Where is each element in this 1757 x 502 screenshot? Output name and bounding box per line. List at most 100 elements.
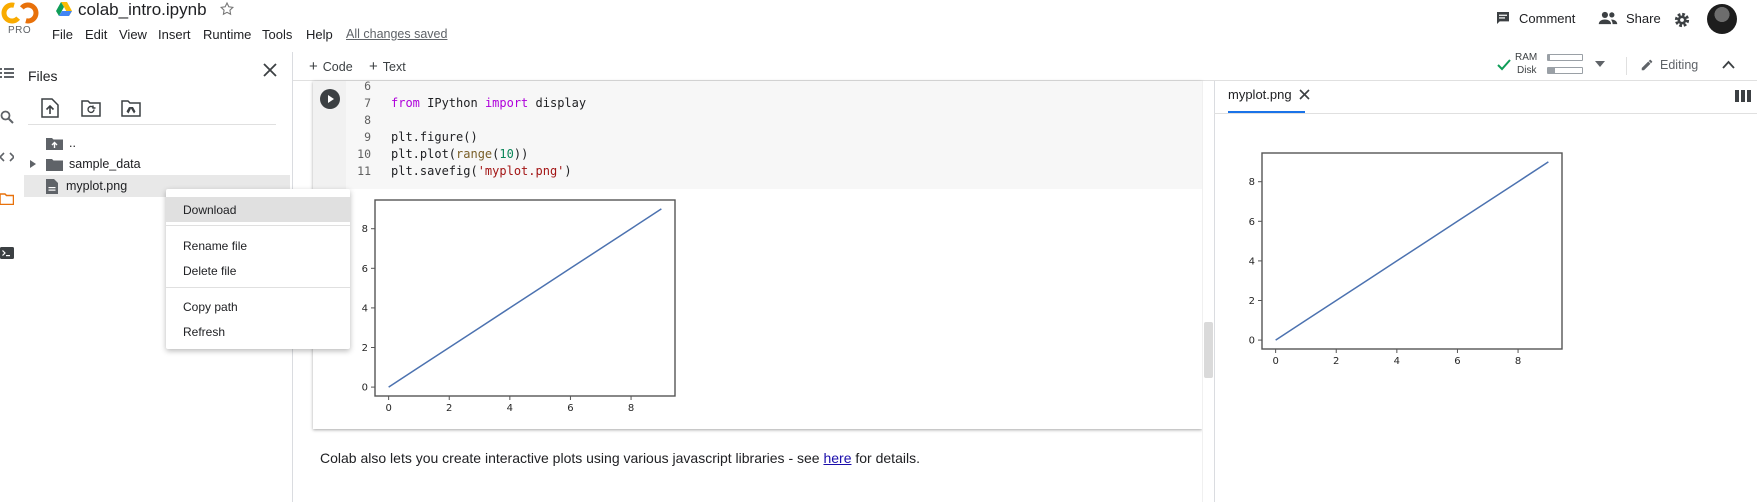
y-tick-label: 4 [1249,256,1255,267]
x-tick-label: 2 [1333,356,1339,367]
code-token: )) [513,147,529,161]
people-icon [1598,10,1618,26]
image-preview-plot: 0 2 4 6 8 0 2 4 6 8 [1237,151,1577,375]
here-link[interactable]: here [823,450,851,466]
x-tick-label: 6 [1454,356,1460,367]
upload-file-icon[interactable] [41,98,59,118]
avatar[interactable] [1707,4,1737,34]
layout-columns-icon[interactable] [1735,90,1751,102]
disk-label: Disk [1517,65,1537,76]
star-icon[interactable] [219,1,235,17]
collapse-header-icon[interactable] [1722,60,1735,69]
comment-icon [1495,10,1511,26]
ram-label: RAM [1515,52,1538,63]
line-number: 6 [364,79,371,93]
file-icon [46,178,58,194]
share-button[interactable]: Share [1598,10,1661,26]
menu-file[interactable]: File [52,27,73,42]
y-tick-label: 4 [362,303,368,314]
menu-view[interactable]: View [119,27,147,42]
y-tick-label: 6 [362,264,368,275]
text-cell[interactable]: Colab also lets you create interactive p… [320,450,920,466]
menu-item-delete-file[interactable]: Delete file [166,258,350,283]
mount-drive-icon[interactable] [121,100,141,117]
menu-item-refresh[interactable]: Refresh [166,319,350,344]
pane-divider[interactable] [1214,81,1215,502]
tab-label: myplot.png [1228,87,1292,102]
menu-item-copy-path[interactable]: Copy path [166,294,350,319]
comment-button[interactable]: Comment [1495,10,1575,26]
disk-meter[interactable] [1547,67,1583,74]
y-tick-label: 0 [1249,336,1255,347]
code-line: from IPython import display [391,96,586,110]
menu-edit[interactable]: Edit [85,27,107,42]
code-line: plt.savefig('myplot.png') [391,164,572,178]
y-tick-label: 0 [362,383,368,394]
file-context-menu: Download Rename file Delete file Copy pa… [166,189,350,349]
add-text-button[interactable]: + Text [369,58,406,75]
menu-runtime[interactable]: Runtime [203,27,251,42]
x-tick-label: 2 [446,403,452,414]
connected-check-icon [1497,59,1511,71]
code-token: ) [564,164,572,178]
close-icon[interactable] [263,63,277,77]
menu-item-rename-file[interactable]: Rename file [166,233,350,258]
expand-arrow-icon[interactable] [24,160,46,168]
menu-tools[interactable]: Tools [262,27,292,42]
comment-label: Comment [1519,10,1576,26]
code-token: display [528,96,587,110]
menu-help[interactable]: Help [306,27,333,42]
file-row-parent[interactable]: .. [24,132,290,154]
app-header [0,0,1757,52]
save-status-link[interactable]: All changes saved [346,27,447,41]
close-tab-icon[interactable] [1299,89,1310,100]
parent-folder-icon [46,137,63,150]
code-line: plt.figure() [391,130,478,144]
toolbar-divider [1626,57,1627,75]
code-token: 'myplot.png' [477,164,565,178]
x-tick-label: 6 [567,403,573,414]
line-number: 9 [364,130,371,144]
files-panel-title: Files [28,68,58,84]
code-token: plt.savefig( [391,164,478,178]
output-plot-svg: 0 2 4 6 8 0 2 4 6 8 [362,199,676,414]
x-tick-label: 8 [1515,356,1521,367]
notebook-title[interactable]: colab_intro.ipynb [78,0,207,20]
y-tick-label: 8 [362,224,368,235]
plan-badge: PRO [8,25,32,36]
editing-mode-button[interactable]: Editing [1640,58,1698,72]
line-number: 7 [364,96,371,110]
add-code-label: Code [322,59,353,74]
editing-label: Editing [1660,58,1699,72]
y-tick-label: 6 [1249,217,1255,228]
y-tick-label: 2 [362,343,368,354]
file-name: .. [69,136,76,150]
text-cell-body: Colab also lets you create interactive p… [320,450,824,466]
ram-meter[interactable] [1547,54,1583,61]
file-name: myplot.png [66,179,128,193]
menu-item-download[interactable]: Download [166,197,350,222]
code-token: from [391,96,420,110]
tab-myplot[interactable]: myplot.png [1228,87,1310,102]
cell-output-plot: 0 2 4 6 8 0 2 4 6 8 [350,198,690,422]
line-number: 11 [357,164,371,178]
share-label: Share [1626,10,1661,26]
file-row-sample-data[interactable]: sample_data [24,153,290,175]
notebook-toolbar [293,52,1757,81]
pencil-icon [1640,58,1654,72]
run-cell-button[interactable] [320,89,340,109]
tab-bar-divider [1214,113,1757,114]
notebook-scrollbar[interactable] [1202,81,1214,502]
add-code-button[interactable]: + Code [309,58,353,75]
scrollbar-thumb[interactable] [1204,322,1213,378]
plus-icon: + [369,58,378,75]
gear-icon[interactable] [1673,11,1691,29]
runtime-dropdown-icon[interactable] [1595,61,1605,67]
x-tick-label: 4 [507,403,513,414]
refresh-folder-icon[interactable] [81,100,101,117]
code-token: IPython [419,96,485,110]
menu-insert[interactable]: Insert [158,27,191,42]
google-drive-icon [56,2,72,16]
x-tick-label: 0 [385,403,391,414]
plus-icon: + [309,58,318,75]
